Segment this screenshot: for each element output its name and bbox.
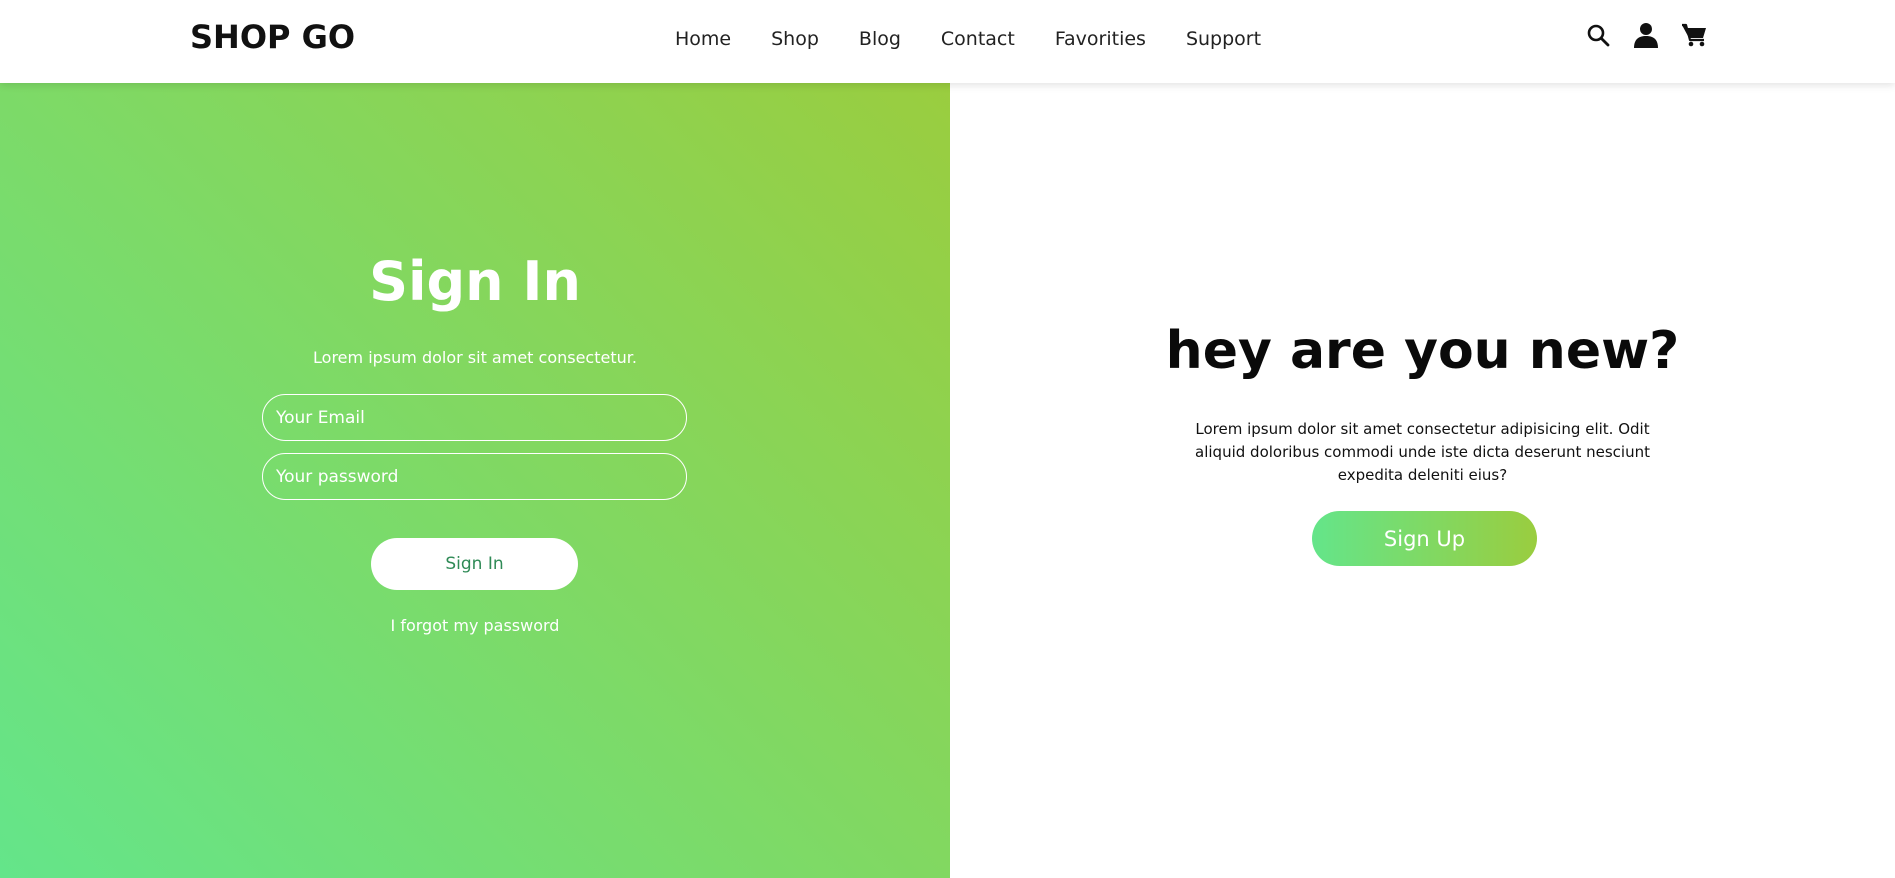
signin-panel: Sign In Lorem ipsum dolor sit amet conse…	[0, 83, 950, 878]
nav-home[interactable]: Home	[675, 28, 731, 50]
nav-blog[interactable]: Blog	[859, 28, 901, 50]
header-icons	[1585, 22, 1707, 48]
signin-subtitle: Lorem ipsum dolor sit amet consectetur.	[313, 348, 637, 367]
nav-shop[interactable]: Shop	[771, 28, 819, 50]
signin-button[interactable]: Sign In	[371, 538, 578, 590]
password-input[interactable]	[262, 453, 687, 500]
search-icon[interactable]	[1585, 22, 1611, 48]
cart-icon[interactable]	[1681, 22, 1707, 48]
site-logo[interactable]: SHOP GO	[190, 18, 355, 56]
forgot-password-link[interactable]: I forgot my password	[0, 616, 950, 635]
nav-support[interactable]: Support	[1186, 28, 1261, 50]
signup-text: Lorem ipsum dolor sit amet consectetur a…	[1195, 420, 1650, 484]
user-icon[interactable]	[1633, 22, 1659, 48]
signup-panel: hey are you new? Lorem ipsum dolor sit a…	[950, 83, 1895, 878]
email-input[interactable]	[262, 394, 687, 441]
signup-button[interactable]: Sign Up	[1312, 511, 1537, 566]
nav-favorities[interactable]: Favorities	[1055, 28, 1146, 50]
site-header: SHOP GO Home Shop Blog Contact Favoritie…	[0, 0, 1895, 83]
nav-contact[interactable]: Contact	[941, 28, 1015, 50]
main-nav: Home Shop Blog Contact Favorities Suppor…	[675, 28, 1301, 50]
signup-title: hey are you new?	[1165, 321, 1680, 381]
signin-title: Sign In	[369, 250, 581, 313]
